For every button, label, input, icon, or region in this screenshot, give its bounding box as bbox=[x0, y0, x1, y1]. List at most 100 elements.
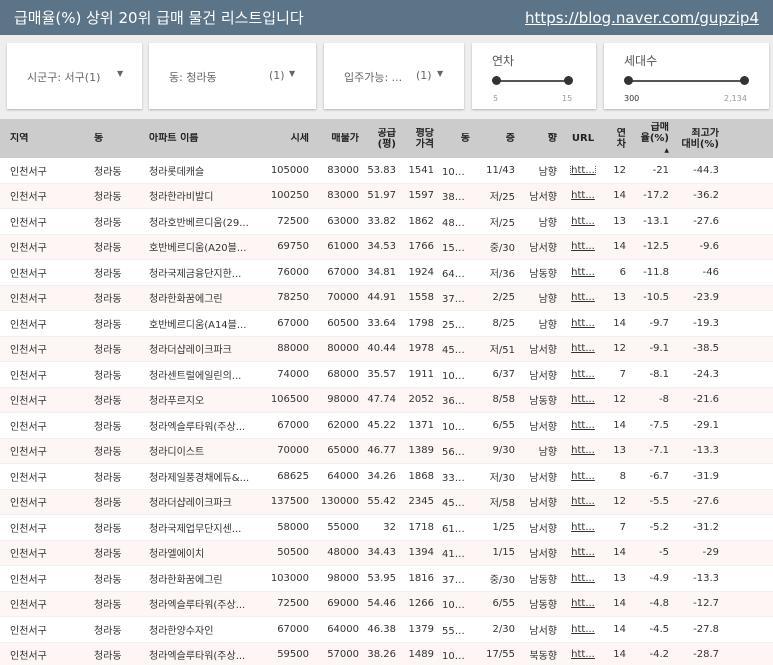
listing-url-link[interactable]: htt... bbox=[571, 522, 595, 533]
column-header-market-price[interactable]: 시세 bbox=[263, 133, 313, 144]
table-row[interactable]: 인천서구 청라동 청라엑슬루타워(주상... 59500 57000 38.26 1489 1… bbox=[0, 642, 773, 665]
table-row[interactable]: 인천서구 청라동 호반베르디움(A14블... 67000 60500 33.64 1798… bbox=[0, 311, 773, 337]
cell-building: 103동 bbox=[442, 651, 471, 663]
cell-supply-area: 46.38 bbox=[367, 623, 396, 635]
cell-vs-peak: -27.6 bbox=[693, 496, 719, 508]
cell-apt-name: 청라한라비발디 bbox=[149, 192, 214, 204]
listings-table: 지역 동 아파트 이름 시세 매물가 공급 (평) 평당 가격 동 층 향 URL 연차 급매 율(%) ▲ 최고… bbox=[0, 119, 773, 665]
listing-url-link[interactable]: htt... bbox=[571, 343, 595, 354]
dong-filter-dropdown[interactable]: 동: 청라동 (1) ▼ bbox=[149, 43, 316, 109]
cell-building: 643동 bbox=[442, 268, 471, 280]
cell-url[interactable]: htt... bbox=[561, 471, 605, 482]
year-slider-min-handle[interactable] bbox=[492, 76, 501, 85]
table-row[interactable]: 인천서구 청라동 청라엑슬루타워(주상... 72500 69000 54.46 1266 1… bbox=[0, 591, 773, 617]
sort-ascending-icon[interactable]: ▲ bbox=[664, 147, 669, 154]
table-row[interactable]: 인천서구 청라동 청라국제금융단지한... 76000 67000 34.81 1924 64… bbox=[0, 260, 773, 286]
cell-url[interactable]: htt... bbox=[561, 241, 605, 252]
table-row[interactable]: 인천서구 청라동 청라롯데캐슬 105000 83000 53.83 1541 104동 11/… bbox=[0, 158, 773, 184]
listing-url-link[interactable]: htt... bbox=[571, 241, 595, 252]
households-slider-min-handle[interactable] bbox=[624, 76, 633, 85]
cell-url[interactable]: htt... bbox=[561, 292, 605, 303]
table-row[interactable]: 인천서구 청라동 청라엑슬루타워(주상... 67000 62000 45.22 1371 1… bbox=[0, 413, 773, 439]
column-header-price-per-pyeong[interactable]: 평당 가격 bbox=[400, 128, 438, 150]
column-header-vs-peak[interactable]: 최고가 대비(%) bbox=[673, 128, 727, 150]
households-slider-max-handle[interactable] bbox=[740, 76, 749, 85]
listing-url-link[interactable]: htt... bbox=[571, 598, 595, 609]
column-header-dong[interactable]: 동 bbox=[90, 133, 145, 144]
cell-url[interactable]: htt... bbox=[561, 216, 605, 227]
listing-url-link[interactable]: htt... bbox=[571, 573, 595, 584]
cell-url[interactable]: htt... bbox=[561, 598, 605, 609]
cell-building: 334동 bbox=[442, 472, 471, 484]
column-header-floor[interactable]: 층 bbox=[474, 133, 519, 144]
cell-url[interactable]: htt... bbox=[561, 394, 605, 405]
column-header-discount-rate[interactable]: 급매 율(%) ▲ bbox=[630, 122, 673, 156]
table-row[interactable]: 인천서구 청라동 청라한양수자인 67000 64000 46.38 1379 551동 2/3… bbox=[0, 617, 773, 643]
cell-url[interactable]: htt... bbox=[561, 649, 605, 660]
cell-building: 154동 bbox=[442, 243, 471, 255]
move-in-filter-dropdown[interactable]: 입주가능: ... (1) ▼ bbox=[324, 43, 464, 109]
table-row[interactable]: 인천서구 청라동 청라국제업무단지센... 58000 55000 32 1718 617동 1… bbox=[0, 515, 773, 541]
cell-url[interactable]: htt... bbox=[561, 190, 605, 201]
listing-url-link[interactable]: htt... bbox=[571, 318, 595, 329]
column-header-direction[interactable]: 향 bbox=[519, 133, 561, 144]
table-row[interactable]: 인천서구 청라동 청라더샵레이크파크 137500 130000 55.42 2345 451… bbox=[0, 489, 773, 515]
listing-url-link[interactable]: htt... bbox=[571, 624, 595, 635]
listing-url-link[interactable]: htt... bbox=[571, 267, 595, 278]
cell-direction: 남향 bbox=[538, 447, 557, 459]
cell-url[interactable]: htt... bbox=[561, 318, 605, 329]
cell-url[interactable]: htt... bbox=[561, 547, 605, 558]
listing-url-link[interactable]: htt... bbox=[571, 369, 595, 380]
table-row[interactable]: 인천서구 청라동 청라센트럴에일린의... 74000 68000 35.57 1911 10… bbox=[0, 362, 773, 388]
listing-url-link[interactable]: htt... bbox=[571, 547, 595, 558]
listing-url-link[interactable]: htt... bbox=[571, 496, 595, 507]
table-row[interactable]: 인천서구 청라동 호반베르디움(A20블... 69750 61000 34.53 1766… bbox=[0, 234, 773, 260]
households-slider-label: 세대수 bbox=[624, 54, 658, 68]
listing-url-link[interactable]: htt... bbox=[571, 190, 595, 201]
cell-direction: 남향 bbox=[538, 166, 557, 178]
cell-age: 12 bbox=[613, 164, 626, 176]
cell-url[interactable]: htt... bbox=[561, 624, 605, 635]
table-row[interactable]: 인천서구 청라동 청라한라비발디 100250 83000 51.97 1597 381동 저/… bbox=[0, 183, 773, 209]
district-filter-dropdown[interactable]: 시군구: 서구(1) ▼ bbox=[7, 43, 142, 109]
column-header-supply-area[interactable]: 공급 (평) bbox=[363, 128, 400, 150]
cell-url[interactable]: htt... bbox=[561, 522, 605, 533]
listing-url-link[interactable]: htt... bbox=[571, 292, 595, 303]
cell-url[interactable]: htt... bbox=[561, 420, 605, 431]
column-header-asking-price[interactable]: 매물가 bbox=[313, 133, 363, 144]
cell-floor: 11/43 bbox=[486, 164, 515, 176]
listing-url-link[interactable]: htt... bbox=[571, 394, 595, 405]
table-row[interactable]: 인천서구 청라동 청라푸르지오 106500 98000 47.74 2052 361동 8/5… bbox=[0, 387, 773, 413]
column-header-age[interactable]: 연차 bbox=[605, 128, 630, 150]
listing-url-link[interactable]: htt... bbox=[571, 649, 595, 660]
cell-region: 인천서구 bbox=[10, 600, 47, 612]
listing-url-link[interactable]: htt... bbox=[571, 216, 595, 227]
cell-url[interactable]: htt... bbox=[561, 343, 605, 354]
cell-url[interactable]: htt... bbox=[561, 445, 605, 456]
households-slider-track[interactable] bbox=[628, 80, 746, 82]
blog-link[interactable]: https://blog.naver.com/gupzip4 bbox=[525, 9, 759, 27]
listing-url-link[interactable]: htt... bbox=[571, 471, 595, 482]
column-header-region[interactable]: 지역 bbox=[0, 133, 90, 144]
cell-direction: 남서향 bbox=[529, 523, 557, 535]
cell-url[interactable]: htt... bbox=[561, 496, 605, 507]
listing-url-link[interactable]: htt... bbox=[571, 420, 595, 431]
column-header-apt-name[interactable]: 아파트 이름 bbox=[145, 133, 263, 144]
year-slider-max-handle[interactable] bbox=[564, 76, 573, 85]
cell-url[interactable]: htt... bbox=[561, 369, 605, 380]
year-slider-track[interactable] bbox=[496, 80, 572, 82]
table-row[interactable]: 인천서구 청라동 청라한화꿈에그린 103000 98000 53.95 1816 377동 중… bbox=[0, 566, 773, 592]
column-header-building[interactable]: 동 bbox=[438, 133, 474, 144]
cell-url[interactable]: htt... bbox=[561, 573, 605, 584]
cell-url[interactable]: htt... bbox=[561, 164, 605, 176]
cell-url[interactable]: htt... bbox=[561, 267, 605, 278]
table-row[interactable]: 인천서구 청라동 청라디이스트 70000 65000 46.77 1389 562동 9/30… bbox=[0, 438, 773, 464]
listing-url-link[interactable]: htt... bbox=[570, 164, 596, 176]
listing-url-link[interactable]: htt... bbox=[571, 445, 595, 456]
column-header-url[interactable]: URL bbox=[561, 133, 605, 144]
table-row[interactable]: 인천서구 청라동 청라호반베르디움(29... 72500 63000 33.82 1862… bbox=[0, 209, 773, 235]
table-row[interactable]: 인천서구 청라동 청라한화꿈에그린 78250 70000 44.91 1558 374동 2/… bbox=[0, 285, 773, 311]
table-row[interactable]: 인천서구 청라동 청라더샵레이크파크 88000 80000 40.44 1978 452동 저… bbox=[0, 336, 773, 362]
table-row[interactable]: 인천서구 청라동 청라엘에이치 50500 48000 34.43 1394 414동 1/15… bbox=[0, 540, 773, 566]
table-row[interactable]: 인천서구 청라동 청라제일풍경채에듀&... 68625 64000 34.26 1868 3… bbox=[0, 464, 773, 490]
